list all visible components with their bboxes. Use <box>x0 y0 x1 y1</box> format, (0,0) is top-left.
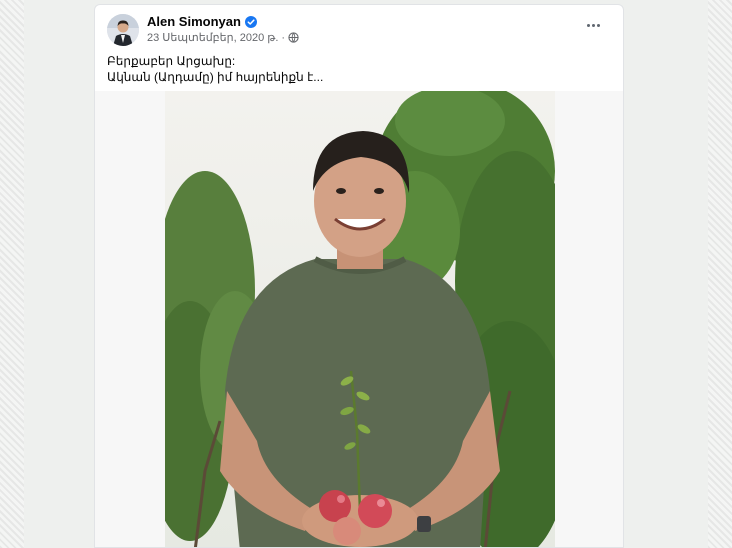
more-options-icon[interactable] <box>581 17 605 33</box>
author-avatar[interactable] <box>107 14 139 46</box>
facebook-post-card: Alen Simonyan 23 Սեպտեմբեր, 2020 թ. · Բե… <box>94 4 624 548</box>
page-background-left <box>0 0 24 548</box>
author-name[interactable]: Alen Simonyan <box>147 14 241 29</box>
globe-icon[interactable] <box>288 32 299 43</box>
post-media[interactable] <box>95 91 623 547</box>
post-timestamp[interactable]: 23 Սեպտեմբեր, 2020 թ. <box>147 31 278 44</box>
post-text-line-1: Բերքաբեր Արցախը: <box>107 54 236 68</box>
post-meta: 23 Սեպտեմբեր, 2020 թ. · <box>147 31 299 44</box>
post-header: Alen Simonyan 23 Սեպտեմբեր, 2020 թ. · <box>95 5 623 49</box>
post-photo[interactable] <box>165 91 555 547</box>
verified-badge-icon <box>244 15 257 28</box>
post-text-line-2: Ակնան (Աղդամը) իմ հայրենիքն է... <box>107 70 324 84</box>
meta-separator: · <box>281 31 286 44</box>
post-text: Բերքաբեր Արցախը: Ակնան (Աղդամը) իմ հայրե… <box>107 53 323 85</box>
author-name-row: Alen Simonyan <box>147 14 257 29</box>
page-background-right <box>708 0 732 548</box>
